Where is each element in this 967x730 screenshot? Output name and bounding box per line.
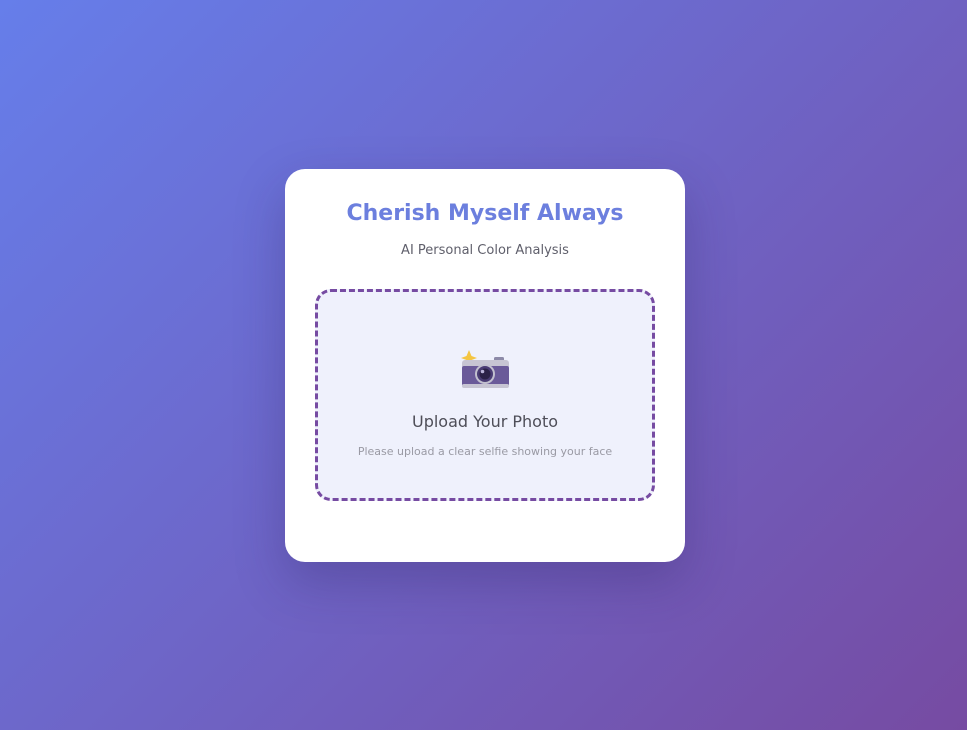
app-subtitle: AI Personal Color Analysis [401,243,569,258]
photo-upload-dropzone[interactable]: Upload Your Photo Please upload a clear … [315,289,655,501]
upload-hint: Please upload a clear selfie showing you… [357,445,613,458]
app-title: Cherish Myself Always [346,201,624,226]
upload-title: Upload Your Photo [411,412,559,431]
main-card: Cherish Myself Always AI Personal Color … [285,169,685,562]
camera-with-flash-icon [461,350,509,388]
